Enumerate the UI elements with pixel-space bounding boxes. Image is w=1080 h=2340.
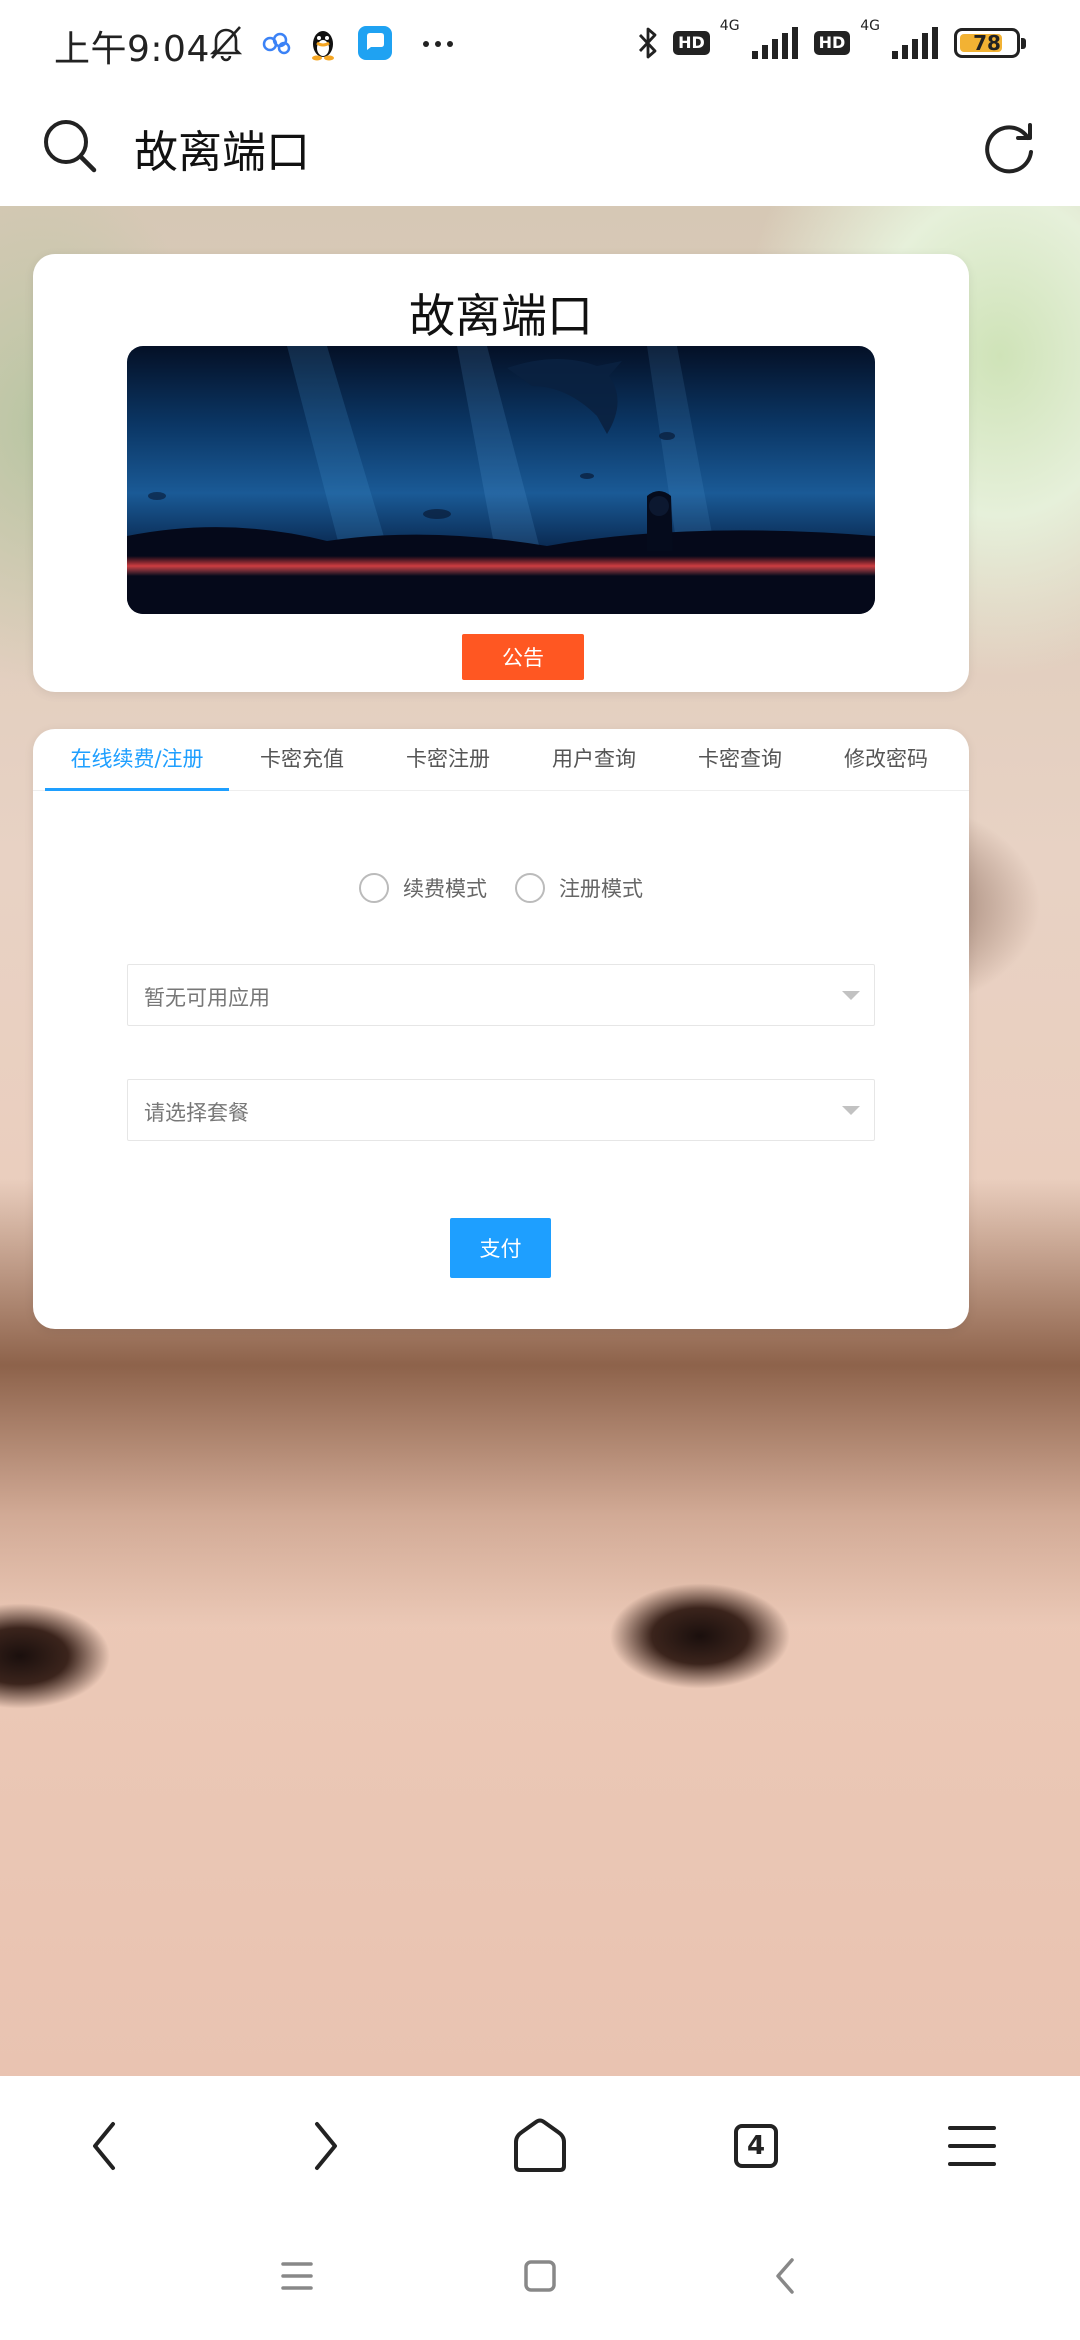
- tab-card-register[interactable]: 卡密注册: [375, 729, 521, 791]
- tab-count: 4: [734, 2124, 778, 2168]
- signal-icon: [751, 27, 798, 59]
- system-navigation-bar: [0, 2212, 1080, 2340]
- message-app-icon: [358, 26, 392, 60]
- status-time: 上午9:04: [54, 29, 210, 70]
- browser-address-bar: 故离端口: [0, 86, 1080, 206]
- page-background: 故离端口 公告 在线续费/注册 卡密充值 卡密注册 用户查询 卡密查询 修改密码…: [0, 206, 1080, 2076]
- radio-circle[interactable]: [359, 873, 389, 903]
- system-home-icon[interactable]: [510, 2246, 570, 2306]
- header-card: 故离端口 公告: [33, 254, 969, 692]
- system-back-icon[interactable]: [756, 2246, 816, 2306]
- search-icon[interactable]: [36, 112, 106, 182]
- menu-icon[interactable]: [932, 2106, 1012, 2186]
- network-type-label-2: 4G: [860, 18, 880, 34]
- radio-label: 注册模式: [559, 877, 643, 901]
- radio-renew-mode[interactable]: 续费模式: [359, 873, 487, 903]
- home-icon[interactable]: [500, 2106, 580, 2186]
- package-select[interactable]: 请选择套餐: [127, 1079, 875, 1141]
- pay-button[interactable]: 支付: [450, 1218, 551, 1278]
- network-type-label: 4G: [719, 18, 740, 34]
- radio-register-mode[interactable]: 注册模式: [515, 873, 643, 903]
- tab-user-query[interactable]: 用户查询: [521, 729, 667, 791]
- signal-icon-2: [892, 27, 938, 59]
- address-page-title[interactable]: 故离端口: [134, 116, 310, 180]
- browser-bottom-bar: 4: [0, 2076, 1080, 2212]
- tab-card-query[interactable]: 卡密查询: [667, 729, 813, 791]
- recent-apps-icon[interactable]: [267, 2246, 327, 2306]
- qq-penguin-icon: [312, 31, 334, 61]
- tabs-button[interactable]: 4: [716, 2106, 796, 2186]
- more-dots-icon: [423, 41, 453, 47]
- notice-button[interactable]: 公告: [462, 634, 584, 680]
- tab-change-password[interactable]: 修改密码: [813, 729, 959, 791]
- cloud-app-icon: [262, 32, 291, 55]
- radio-circle[interactable]: [515, 873, 545, 903]
- battery-icon: 78: [954, 28, 1026, 58]
- tab-card-recharge[interactable]: 卡密充值: [229, 729, 375, 791]
- forward-arrow-icon[interactable]: [283, 2106, 363, 2186]
- bell-muted-icon: [209, 26, 243, 62]
- refresh-icon[interactable]: [974, 112, 1044, 182]
- battery-level: 78: [973, 31, 1001, 55]
- status-right-group: HD 4G HD 4G 78: [633, 18, 1026, 66]
- form-card: 在线续费/注册 卡密充值 卡密注册 用户查询 卡密查询 修改密码 续费模式 注册…: [33, 729, 969, 1329]
- app-select[interactable]: 暂无可用应用: [127, 964, 875, 1026]
- package-select-placeholder: 请选择套餐: [144, 1101, 249, 1125]
- banner-image: [127, 346, 875, 614]
- mode-radio-group: 续费模式 注册模式: [33, 873, 969, 903]
- app-select-value: 暂无可用应用: [144, 986, 270, 1010]
- back-arrow-icon[interactable]: [67, 2106, 147, 2186]
- hd-badge-2: HD: [813, 31, 851, 55]
- caret-down-icon: [842, 1106, 860, 1115]
- site-title: 故离端口: [409, 289, 593, 343]
- banner-scene: [127, 346, 875, 614]
- tab-online-renew-register[interactable]: 在线续费/注册: [45, 729, 229, 791]
- tab-bar: 在线续费/注册 卡密充值 卡密注册 用户查询 卡密查询 修改密码: [33, 729, 969, 791]
- radio-label: 续费模式: [403, 877, 487, 901]
- bluetooth-icon: [639, 27, 657, 59]
- status-bar: 上午9:04 HD 4G HD 4G 78: [0, 0, 1080, 86]
- hd-badge: HD: [673, 31, 710, 55]
- caret-down-icon: [842, 991, 860, 1000]
